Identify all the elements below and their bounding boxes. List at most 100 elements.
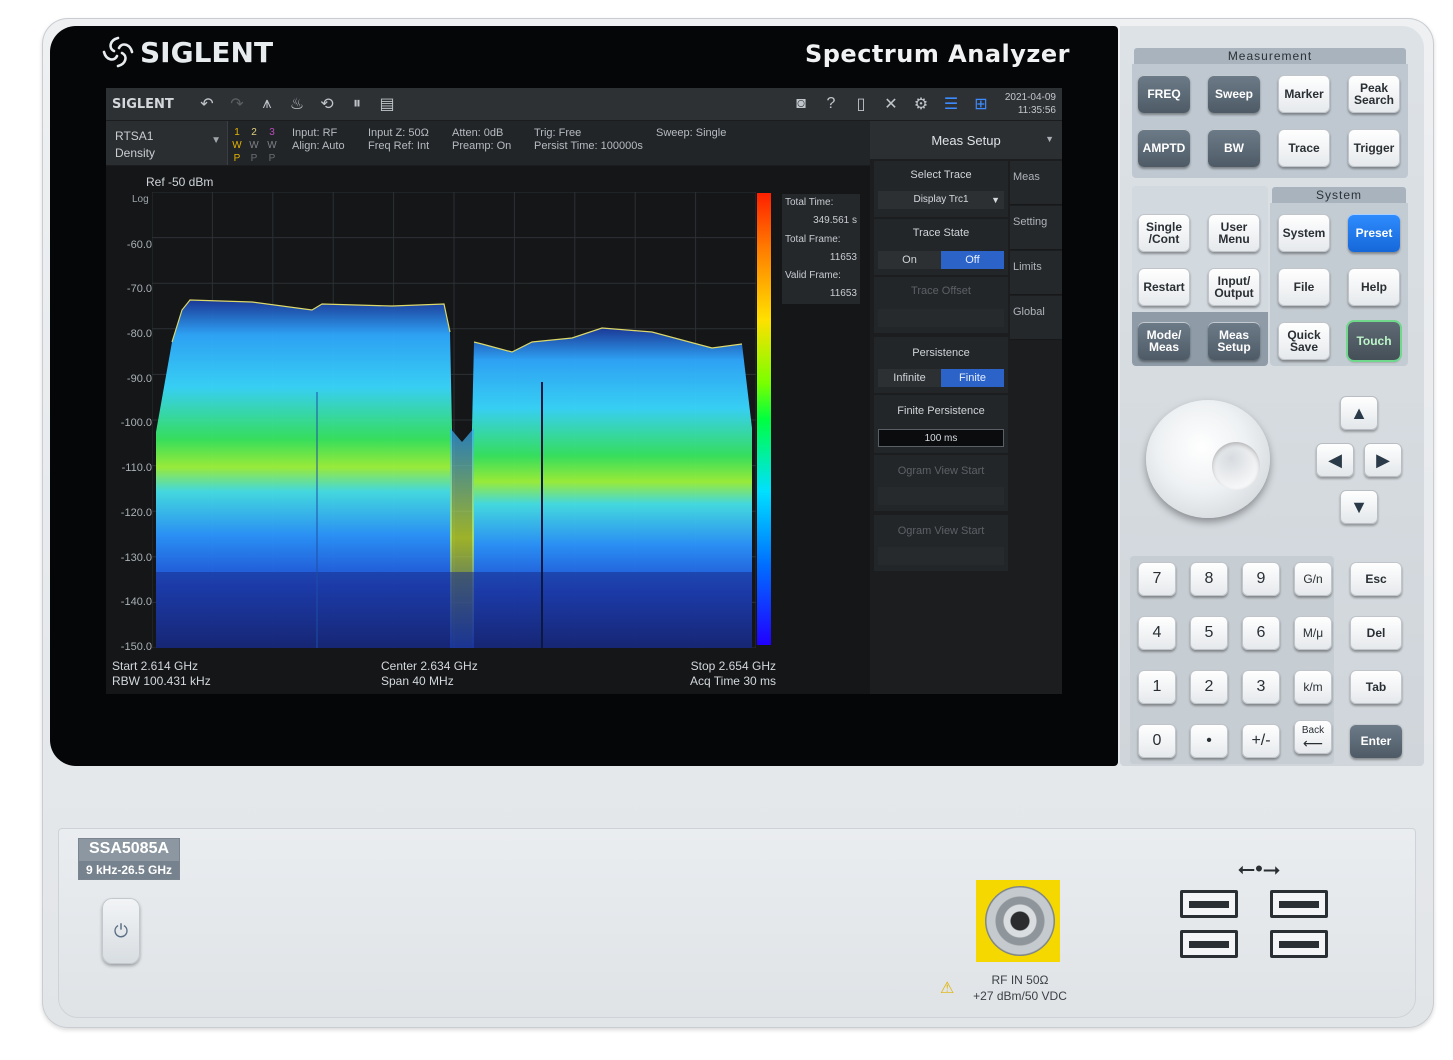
usb-port[interactable]	[1180, 930, 1238, 958]
persistence-finite[interactable]: Finite	[941, 369, 1004, 387]
ogram-view-start-field[interactable]	[878, 547, 1004, 565]
redo-icon[interactable]: ↷	[222, 91, 252, 117]
select-trace-item[interactable]: Select Trace Display Trc1 ▼	[874, 161, 1008, 217]
start-freq-label[interactable]: Start 2.614 GHz	[112, 659, 198, 674]
file-key[interactable]: File	[1278, 268, 1330, 306]
file-icon[interactable]: ▯	[846, 91, 876, 117]
network-icon[interactable]: ⊞	[966, 91, 996, 117]
trace-state-off[interactable]: Off	[941, 251, 1004, 269]
trace-offset-field[interactable]	[878, 309, 1004, 327]
key-5[interactable]: 5	[1190, 616, 1228, 650]
key-0[interactable]: 0	[1138, 724, 1176, 758]
key-9[interactable]: 9	[1242, 562, 1280, 596]
freq-key[interactable]: FREQ	[1138, 75, 1190, 113]
stop-freq-label[interactable]: Stop 2.654 GHz	[691, 659, 776, 674]
trace-offset-item[interactable]: Trace Offset	[874, 277, 1008, 333]
mode-meas-key[interactable]: Mode/ Meas	[1138, 322, 1190, 360]
usb-port[interactable]	[1270, 930, 1328, 958]
peak-search-key[interactable]: Peak Search	[1348, 75, 1400, 113]
trace-indicator-1[interactable]: 1 W P	[230, 126, 244, 165]
density-spectrum-display[interactable]	[152, 192, 756, 648]
trace-indicator-2[interactable]: 2 W P	[247, 126, 261, 165]
display-screen[interactable]: SIGLENT ↶ ↷ ⩚ ♨ ⟲ ⏸ ▤ ◙ ? ▯ ✕ ⚙ ☰ ⊞ 2021…	[106, 88, 1062, 694]
list-icon[interactable]: ☰	[936, 91, 966, 117]
pause-icon[interactable]: ⏸	[342, 91, 372, 117]
restart-key[interactable]: Restart	[1138, 268, 1190, 306]
tab-global[interactable]: Global	[1010, 296, 1062, 340]
help-key[interactable]: Help	[1348, 268, 1400, 306]
key-mega-micro[interactable]: M/μ	[1294, 616, 1332, 650]
persistence-toggle[interactable]: Infinite Finite	[878, 369, 1004, 387]
screenshot-camera-icon[interactable]: ◙	[786, 91, 816, 117]
trigger-status[interactable]: Trig: Free Persist Time: 100000s	[534, 127, 643, 153]
key-back[interactable]: Back ⟵	[1294, 720, 1332, 754]
key-6[interactable]: 6	[1242, 616, 1280, 650]
impedance-status[interactable]: Input Z: 50Ω Freq Ref: Int	[368, 127, 429, 153]
rbw-label[interactable]: RBW 100.431 kHz	[112, 674, 211, 689]
key-4[interactable]: 4	[1138, 616, 1176, 650]
key-1[interactable]: 1	[1138, 670, 1176, 704]
system-key[interactable]: System	[1278, 214, 1330, 252]
tab-setting[interactable]: Setting	[1010, 206, 1062, 250]
finite-persistence-input[interactable]: 100 ms	[878, 429, 1004, 447]
trace-state-toggle[interactable]: On Off	[878, 251, 1004, 269]
key-plus-minus[interactable]: +/-	[1242, 724, 1280, 758]
enter-key[interactable]: Enter	[1350, 724, 1402, 758]
auto-tune-icon[interactable]: ⩚	[252, 91, 282, 117]
key-decimal[interactable]: •	[1190, 724, 1228, 758]
right-arrow-key[interactable]: ▶	[1364, 443, 1402, 477]
span-label[interactable]: Span 40 MHz	[381, 674, 454, 689]
key-kilo-milli[interactable]: k/m	[1294, 670, 1332, 704]
trigger-key[interactable]: Trigger	[1348, 129, 1400, 167]
ogram-view-start-item-2[interactable]: Ogram View Start	[874, 515, 1008, 571]
meas-setup-key[interactable]: Meas Setup	[1208, 322, 1260, 360]
preset-key[interactable]: Preset	[1348, 214, 1400, 252]
message-icon[interactable]: ▤	[372, 91, 402, 117]
single-cont-key[interactable]: Single /Cont	[1138, 214, 1190, 252]
touch-key[interactable]: Touch	[1348, 322, 1400, 360]
sweep-key[interactable]: Sweep	[1208, 75, 1260, 113]
tab-meas[interactable]: Meas	[1010, 161, 1062, 205]
center-freq-label[interactable]: Center 2.634 GHz	[381, 659, 478, 674]
rf-input-connector[interactable]	[985, 886, 1055, 956]
finite-persistence-item[interactable]: Finite Persistence 100 ms	[874, 395, 1008, 453]
marker-key[interactable]: Marker	[1278, 75, 1330, 113]
input-output-key[interactable]: Input/ Output	[1208, 268, 1260, 306]
trace-state-item[interactable]: Trace State On Off	[874, 219, 1008, 275]
quick-save-key[interactable]: Quick Save	[1278, 322, 1330, 360]
acq-time-label[interactable]: Acq Time 30 ms	[690, 674, 776, 689]
trace-indicator-3[interactable]: 3 W P	[265, 126, 279, 165]
tab-key[interactable]: Tab	[1350, 670, 1402, 704]
persistence-item[interactable]: Persistence Infinite Finite	[874, 337, 1008, 393]
input-status[interactable]: Input: RF Align: Auto	[292, 127, 345, 153]
user-menu-key[interactable]: User Menu	[1208, 214, 1260, 252]
menu-header[interactable]: Meas Setup ▼	[870, 121, 1062, 159]
bw-key[interactable]: BW	[1208, 129, 1260, 167]
del-key[interactable]: Del	[1350, 616, 1402, 650]
tab-limits[interactable]: Limits	[1010, 251, 1062, 295]
usb-port[interactable]	[1180, 890, 1238, 918]
usb-port[interactable]	[1270, 890, 1328, 918]
left-arrow-key[interactable]: ◀	[1316, 443, 1354, 477]
settings-gear-icon[interactable]: ⚙	[906, 91, 936, 117]
persistence-infinite[interactable]: Infinite	[878, 369, 941, 387]
select-trace-dropdown[interactable]: Display Trc1 ▼	[878, 191, 1004, 209]
ogram-view-start-item-1[interactable]: Ogram View Start	[874, 455, 1008, 511]
ogram-view-start-field[interactable]	[878, 487, 1004, 505]
up-arrow-key[interactable]: ▲	[1340, 396, 1378, 430]
restart-icon[interactable]: ⟲	[312, 91, 342, 117]
down-arrow-key[interactable]: ▼	[1340, 490, 1378, 524]
amptd-key[interactable]: AMPTD	[1138, 129, 1190, 167]
undo-icon[interactable]: ↶	[192, 91, 222, 117]
key-7[interactable]: 7	[1138, 562, 1176, 596]
trace-state-on[interactable]: On	[878, 251, 941, 269]
help-icon[interactable]: ?	[816, 91, 846, 117]
esc-key[interactable]: Esc	[1350, 562, 1402, 596]
sweep-status[interactable]: Sweep: Single	[656, 127, 726, 140]
key-giga-nano[interactable]: G/n	[1294, 562, 1332, 596]
key-2[interactable]: 2	[1190, 670, 1228, 704]
calibration-icon[interactable]: ♨	[282, 91, 312, 117]
power-button[interactable]: ⏻	[102, 898, 140, 964]
tools-icon[interactable]: ✕	[876, 91, 906, 117]
trace-key[interactable]: Trace	[1278, 129, 1330, 167]
